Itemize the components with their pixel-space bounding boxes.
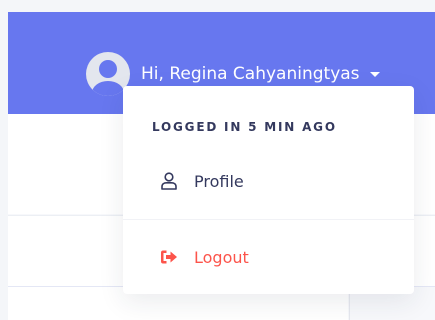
logout-menu-item[interactable]: Logout	[123, 239, 414, 275]
user-greeting[interactable]: Hi, Regina Cahyaningtyas	[141, 64, 360, 84]
avatar-body	[92, 81, 124, 96]
caret-down-icon[interactable]	[369, 71, 380, 77]
user-icon	[161, 172, 177, 190]
logout-icon	[161, 250, 177, 264]
avatar-head	[99, 60, 117, 78]
profile-label: Profile	[194, 171, 244, 191]
page: Hi, Regina Cahyaningtyas LOGGED IN 5 MIN…	[0, 0, 435, 320]
profile-menu-item[interactable]: Profile	[123, 163, 414, 199]
user-dropdown-menu: LOGGED IN 5 MIN AGO Profile Logout	[123, 86, 414, 294]
dropdown-header: LOGGED IN 5 MIN AGO	[152, 120, 337, 134]
logout-label: Logout	[194, 247, 249, 267]
dropdown-divider	[123, 219, 414, 220]
